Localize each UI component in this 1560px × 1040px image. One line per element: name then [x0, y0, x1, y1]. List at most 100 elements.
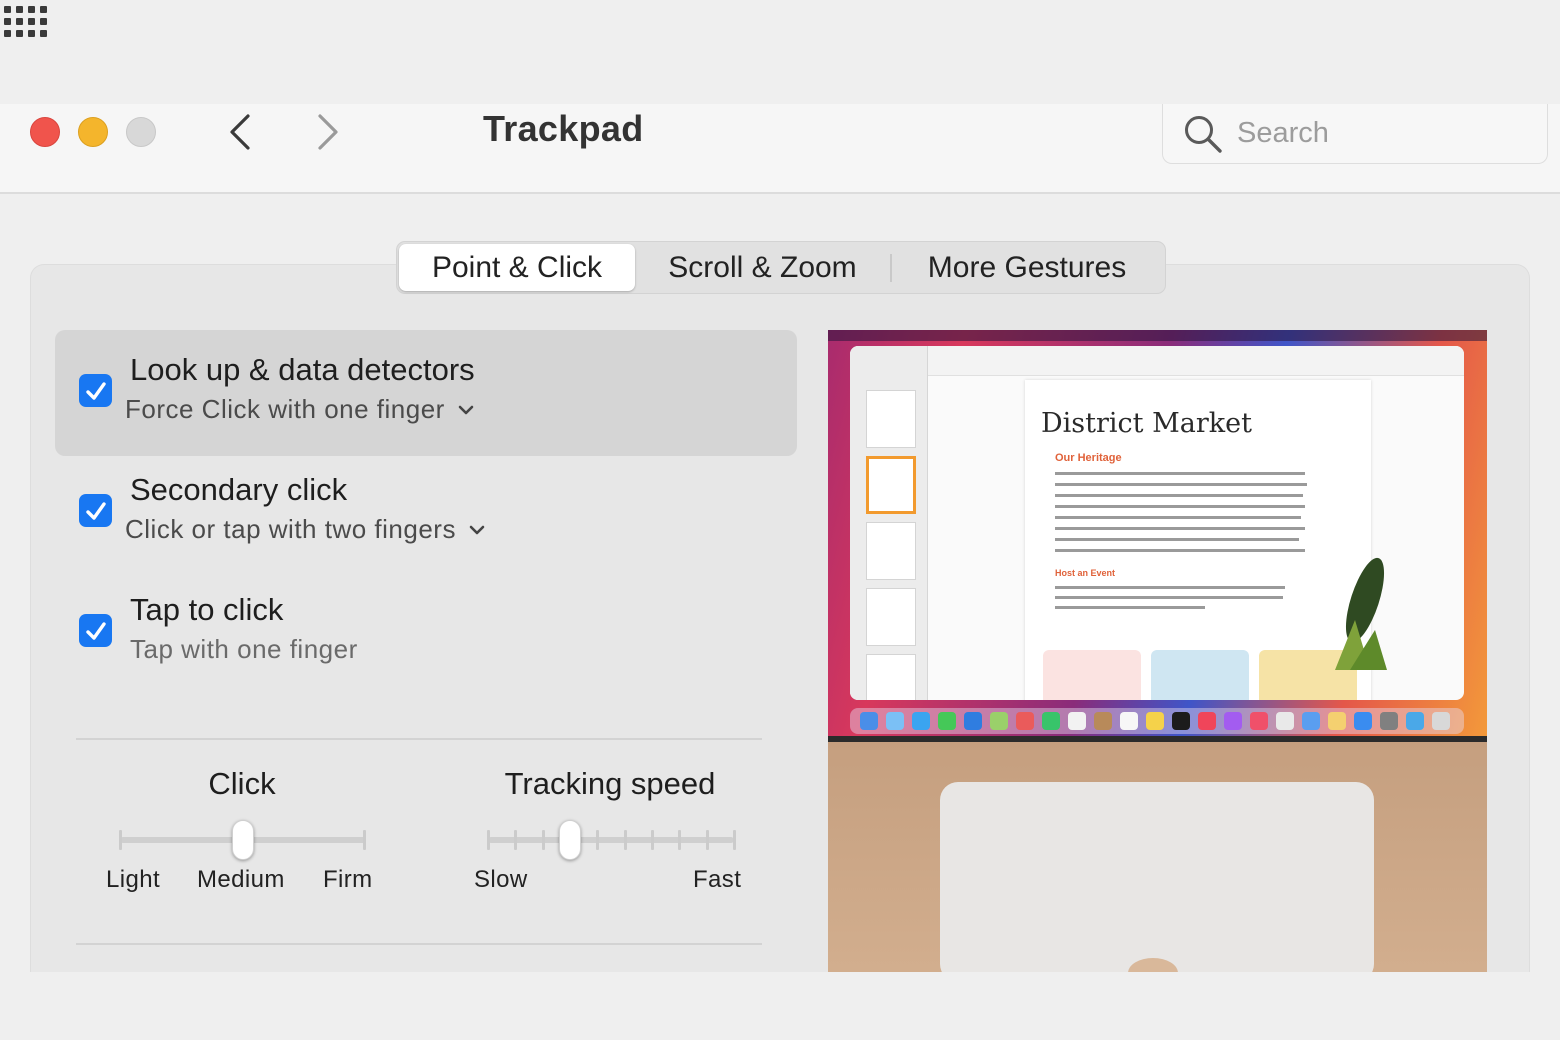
preview-dock-icon [1354, 712, 1372, 730]
divider [76, 943, 762, 945]
slider-tick [363, 830, 366, 850]
preview-dock-icon [1172, 712, 1190, 730]
preview-text-line [1055, 472, 1305, 475]
preview-text-line [1055, 483, 1307, 486]
preview-document-window: District Market Our Heritage Host an Eve… [850, 346, 1464, 700]
checkmark-icon [85, 621, 106, 640]
search-input[interactable] [1237, 117, 1537, 150]
preview-dock-icon [1198, 712, 1216, 730]
preview-dock [850, 708, 1464, 734]
preview-dock-icon [1380, 712, 1398, 730]
secondary-click-checkbox[interactable] [79, 494, 112, 527]
preview-trackpad [940, 782, 1374, 972]
option-subtitle: Tap with one finger [130, 634, 358, 664]
preview-text-line [1055, 505, 1305, 508]
slider-tick [541, 830, 545, 850]
preview-dock-icon [1120, 712, 1138, 730]
preview-dock-icon [886, 712, 904, 730]
secondary-click-dropdown[interactable]: Click or tap with two fingers [125, 514, 486, 545]
preview-dock-icon [1016, 712, 1034, 730]
zoom-window-button [126, 117, 156, 147]
slider-tick [487, 830, 490, 850]
preview-section-heading: Our Heritage [1055, 452, 1122, 464]
preview-thumbnail [866, 588, 916, 646]
tracking-label-slow: Slow [474, 866, 528, 893]
preview-dock-icon [1328, 712, 1346, 730]
tab-scroll-and-zoom[interactable]: Scroll & Zoom [635, 244, 890, 291]
slider-tick [119, 830, 122, 850]
preview-text-line [1055, 596, 1283, 599]
minimize-window-button[interactable] [78, 117, 108, 147]
show-all-button[interactable] [0, 0, 50, 44]
chevron-right-icon [318, 114, 338, 150]
preview-text-line [1055, 494, 1303, 497]
preview-text-line [1055, 527, 1305, 530]
look-up-dropdown[interactable]: Force Click with one finger [125, 394, 475, 425]
option-look-up[interactable]: Look up & data detectors Force Click wit… [55, 330, 797, 456]
slider-tick [651, 830, 654, 850]
preview-dock-icon [1276, 712, 1294, 730]
tracking-speed-slider[interactable] [478, 818, 744, 862]
preview-dock-icon [1042, 712, 1060, 730]
close-window-button[interactable] [30, 117, 60, 147]
option-tap-to-click[interactable]: Tap to click Tap with one finger [55, 570, 797, 696]
preview-thumbnail [866, 456, 916, 514]
slider-track [488, 837, 734, 843]
chevron-down-icon [468, 524, 486, 536]
preview-card [1151, 650, 1249, 700]
window-title: Trackpad [483, 108, 644, 149]
slider-tick [705, 830, 709, 850]
magnifier-icon [1185, 115, 1222, 153]
preview-dock-icon [964, 712, 982, 730]
preview-dock-icon [1406, 712, 1424, 730]
preview-text-line [1055, 586, 1285, 589]
gesture-preview-video: District Market Our Heritage Host an Eve… [828, 330, 1487, 972]
divider [76, 738, 762, 740]
tracking-slider-knob[interactable] [559, 820, 581, 860]
option-secondary-click[interactable]: Secondary click Click or tap with two fi… [55, 450, 797, 576]
tap-to-click-checkbox[interactable] [79, 614, 112, 647]
tracking-slider-title: Tracking speed [504, 766, 716, 801]
tab-bar: Point & Click Scroll & Zoom More Gesture… [396, 241, 1166, 294]
preview-vegetable-image [1335, 557, 1387, 670]
preview-thumbnail [866, 654, 916, 700]
slider-tick [514, 830, 518, 850]
option-title: Tap to click [130, 592, 284, 627]
preview-dock-icon [912, 712, 930, 730]
tab-more-gestures[interactable]: More Gestures [892, 244, 1162, 291]
preview-toolbar [928, 346, 1464, 376]
tracking-label-fast: Fast [693, 866, 742, 893]
preview-dock-icon [1302, 712, 1320, 730]
look-up-checkbox[interactable] [79, 374, 112, 407]
preview-text-line [1055, 606, 1205, 609]
slider-tick [596, 830, 600, 850]
option-title: Look up & data detectors [130, 352, 475, 387]
preview-doc-title: District Market [1041, 408, 1252, 439]
tab-point-and-click[interactable]: Point & Click [399, 244, 635, 291]
preview-dock-icon [1250, 712, 1268, 730]
chevron-left-icon [230, 114, 250, 150]
preview-thumbnail [866, 522, 916, 580]
slider-tick [623, 830, 627, 850]
preview-dock-icon [1224, 712, 1242, 730]
click-slider-knob[interactable] [232, 820, 254, 860]
back-button[interactable] [218, 110, 262, 154]
preview-card [1043, 650, 1141, 700]
forward-button[interactable] [306, 110, 350, 154]
checkmark-icon [85, 501, 106, 520]
click-label-medium: Medium [197, 866, 285, 893]
preview-thumbnails [850, 346, 928, 700]
click-label-firm: Firm [323, 866, 373, 893]
preview-dock-icon [860, 712, 878, 730]
click-slider[interactable] [110, 818, 380, 862]
option-title: Secondary click [130, 472, 348, 507]
preview-dock-icon [1146, 712, 1164, 730]
grid-icon [4, 6, 47, 37]
preview-dock-icon [1432, 712, 1450, 730]
preview-dock-icon [1094, 712, 1112, 730]
preview-dock-icon [1068, 712, 1086, 730]
search-field[interactable] [1162, 104, 1548, 164]
chevron-down-icon [457, 404, 475, 416]
click-slider-title: Click [208, 766, 276, 801]
preview-text-line [1055, 538, 1299, 541]
